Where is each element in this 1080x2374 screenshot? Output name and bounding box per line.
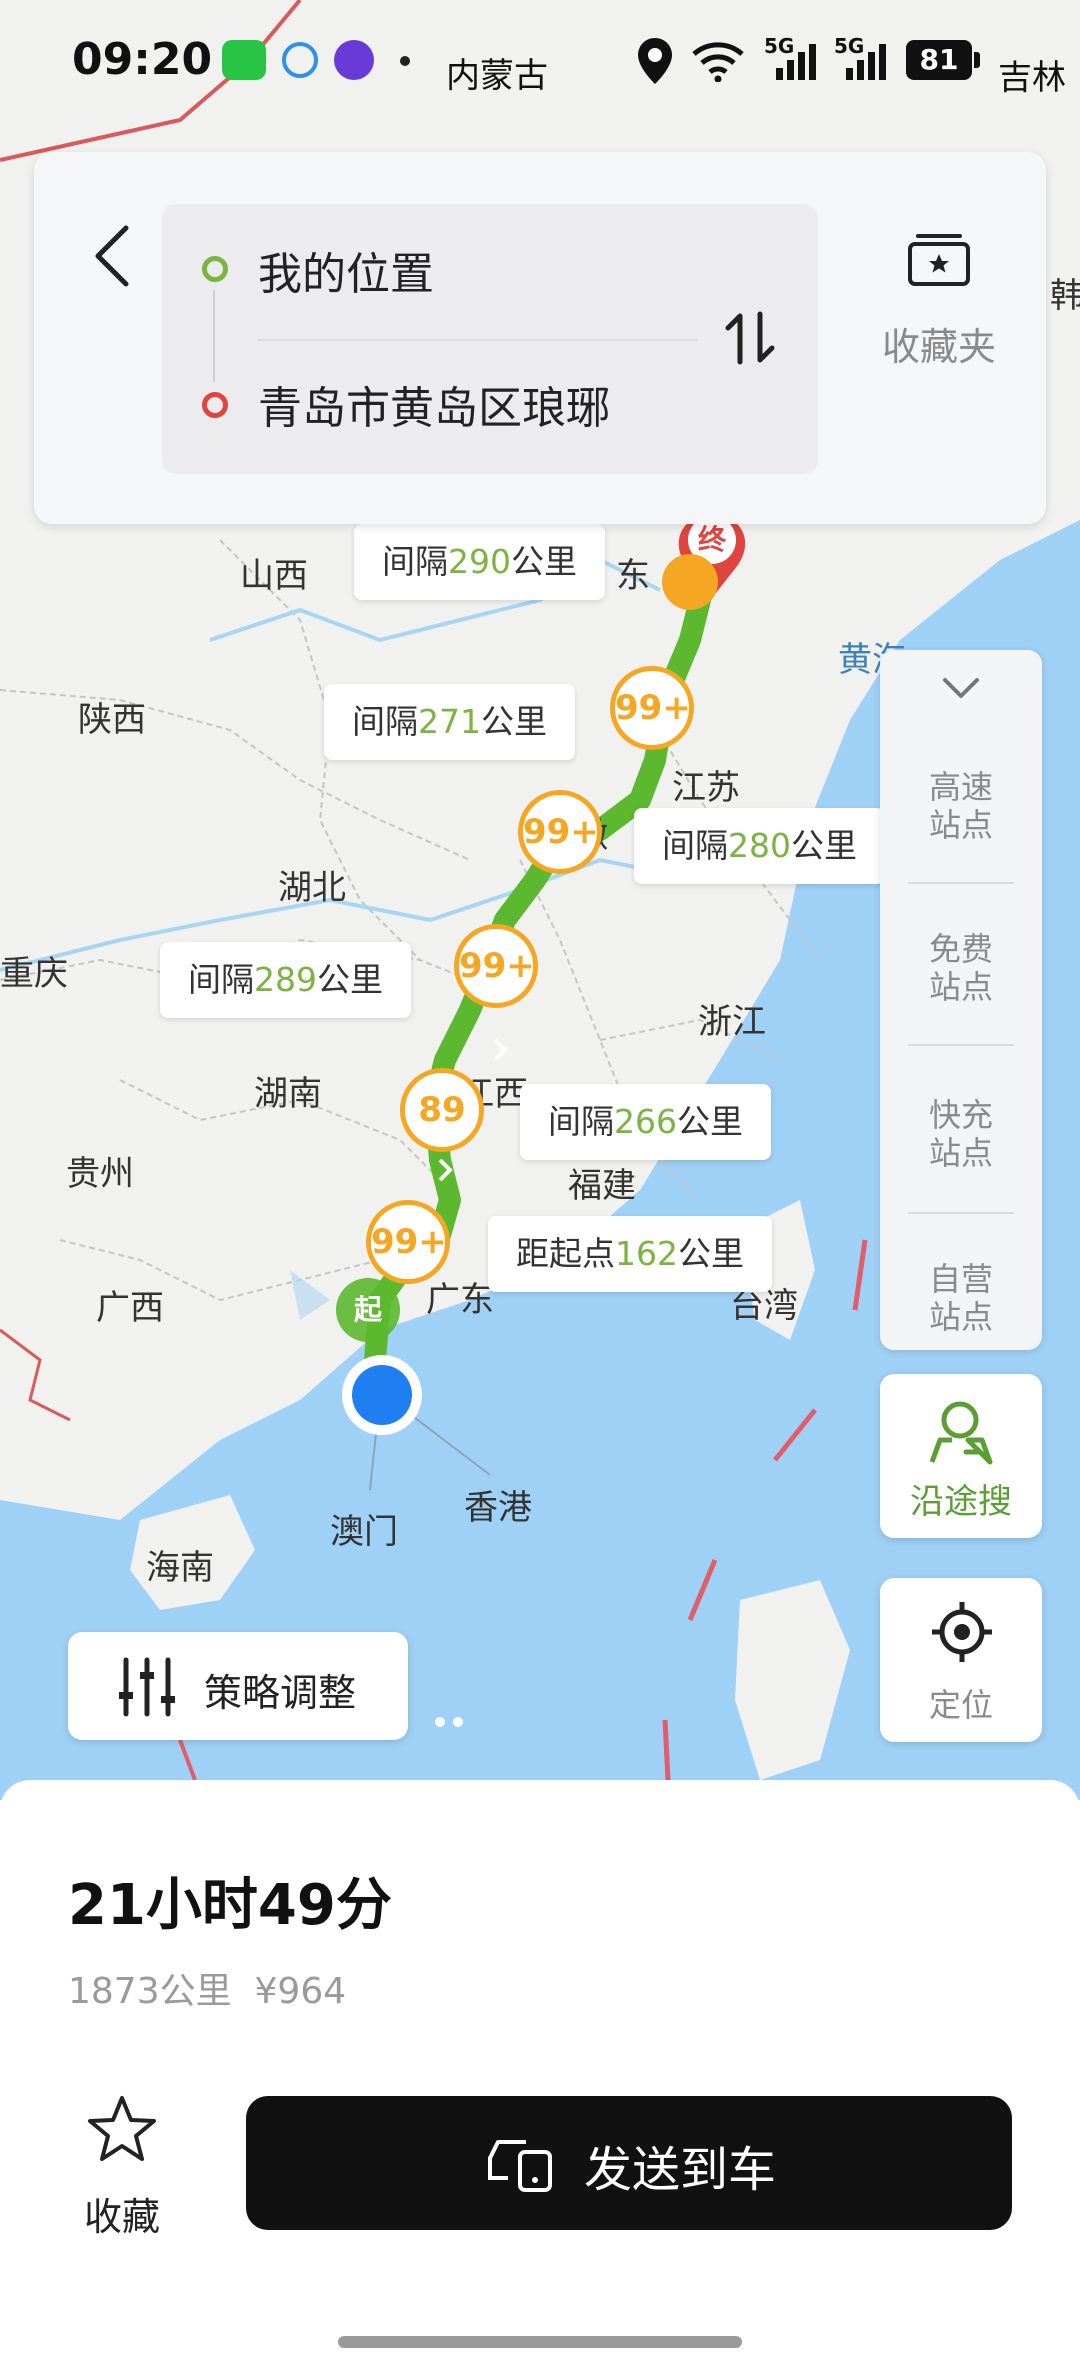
distance-from-start-callout: 距起点162公里 [488, 1216, 772, 1292]
more-notifications-dot [400, 56, 410, 66]
location-pin-icon [638, 38, 672, 84]
trip-duration: 21小时49分 [68, 1873, 392, 1938]
route-endpoints: 我的位置 青岛市黄岛区琅琊 [162, 204, 818, 474]
separator [908, 882, 1014, 884]
place-zhejiang: 浙江 [698, 1002, 766, 1042]
favorites-label: 收藏夹 [881, 325, 996, 369]
along-route-search-label: 沿途搜 [910, 1482, 1012, 1522]
place-shandong-partial: 东 [616, 556, 650, 596]
charging-station-marker[interactable]: 99+ [366, 1200, 450, 1284]
interval-callout: 间隔266公里 [520, 1084, 771, 1160]
separator [908, 1044, 1014, 1046]
place-guangxi: 广西 [96, 1288, 164, 1328]
strategy-adjust-button[interactable]: 策略调整 [68, 1632, 408, 1740]
charging-station-marker[interactable]: 99+ [610, 666, 694, 750]
place-guangdong: 广东 [426, 1280, 494, 1320]
filter-self-operated-stations[interactable]: 自营 站点 [880, 1260, 1042, 1336]
origin-dot-icon [202, 256, 228, 282]
favorite-label: 收藏 [83, 2195, 160, 2239]
filter-highway-stations[interactable]: 高速 站点 [880, 768, 1042, 844]
clock: 09:20 [72, 34, 213, 85]
signal-icon-2 [846, 44, 886, 80]
interval-callout: 间隔280公里 [634, 808, 885, 884]
wechat-icon [222, 40, 266, 80]
place-hunan: 湖南 [254, 1074, 322, 1114]
destination-dot-icon [202, 392, 228, 418]
place-jiangsu: 江苏 [672, 768, 740, 808]
favorite-button[interactable]: 收藏 [60, 2094, 184, 2254]
place-korea-partial: 韩 [1050, 276, 1080, 316]
start-marker: 起 [353, 1293, 382, 1326]
send-to-car-label: 发送到车 [584, 2142, 777, 2198]
battery-level: 81 [919, 43, 959, 76]
battery-icon: 81 [906, 40, 972, 80]
charging-station-marker[interactable]: 99+ [454, 924, 538, 1008]
destination-field[interactable]: 青岛市黄岛区琅琊 [258, 372, 658, 436]
place-hongkong: 香港 [464, 1488, 532, 1528]
sliders-icon [119, 1657, 175, 1717]
place-shaanxi: 陕西 [78, 700, 146, 740]
route-divider [258, 339, 698, 341]
route-connector [213, 290, 215, 382]
back-icon[interactable] [92, 224, 132, 288]
place-shanxi: 山西 [240, 556, 308, 596]
end-marker: 终 [697, 523, 726, 556]
poi-filter-panel: 高速 站点 免费 站点 快充 站点 自营 站点 [880, 650, 1042, 1350]
location-text: 内蒙古 [446, 56, 548, 96]
wifi-icon [692, 42, 744, 82]
interval-callout: 间隔271公里 [324, 684, 575, 760]
message-icon [282, 42, 318, 78]
separator [908, 1212, 1014, 1214]
status-bar: 09:20 内蒙古 5G 5G 81 吉林 [0, 0, 1080, 130]
app-notification-icon [334, 40, 374, 80]
place-hubei: 湖北 [278, 868, 346, 908]
place-hainan: 海南 [146, 1548, 214, 1588]
route-summary-sheet: 21小时49分 1873公里 ¥964 收藏 发送到车 [0, 1780, 1080, 2374]
battery-tip [974, 52, 980, 68]
place-guizhou: 贵州 [66, 1154, 134, 1194]
favorites-button[interactable]: 收藏夹 [854, 204, 1024, 404]
route-input-card: 我的位置 青岛市黄岛区琅琊 收藏夹 [34, 152, 1046, 524]
interval-callout: 间隔290公里 [354, 524, 605, 600]
star-icon [88, 2096, 156, 2161]
crosshair-icon [932, 1602, 992, 1662]
place-fujian: 福建 [568, 1166, 636, 1206]
charging-station-marker[interactable]: 99+ [518, 790, 602, 874]
locate-button[interactable]: 定位 [880, 1578, 1042, 1742]
charging-station-marker[interactable]: 89 [400, 1068, 484, 1152]
chevron-down-icon[interactable] [942, 676, 980, 700]
locate-label: 定位 [928, 1686, 993, 1724]
home-indicator[interactable] [338, 2336, 742, 2348]
trip-distance-cost: 1873公里 ¥964 [68, 1971, 347, 2012]
place-macau: 澳门 [330, 1512, 398, 1552]
along-route-search-icon [929, 1401, 993, 1465]
interval-callout: 间隔289公里 [160, 942, 411, 1018]
along-route-search-button[interactable]: 沿途搜 [880, 1374, 1042, 1538]
filter-free-stations[interactable]: 免费 站点 [880, 930, 1042, 1006]
folder-star-icon [908, 234, 970, 286]
signal-icon-1 [776, 44, 816, 80]
car-phone-icon [488, 2140, 552, 2192]
origin-field[interactable]: 我的位置 [258, 238, 688, 302]
place-chongqing: 重庆 [0, 954, 68, 994]
strategy-adjust-label: 策略调整 [204, 1671, 357, 1715]
filter-fast-charge-stations[interactable]: 快充 站点 [880, 1096, 1042, 1172]
swap-icon[interactable] [720, 308, 780, 368]
send-to-car-button[interactable]: 发送到车 [246, 2096, 1012, 2230]
place-jilin: 吉林 [998, 58, 1066, 98]
